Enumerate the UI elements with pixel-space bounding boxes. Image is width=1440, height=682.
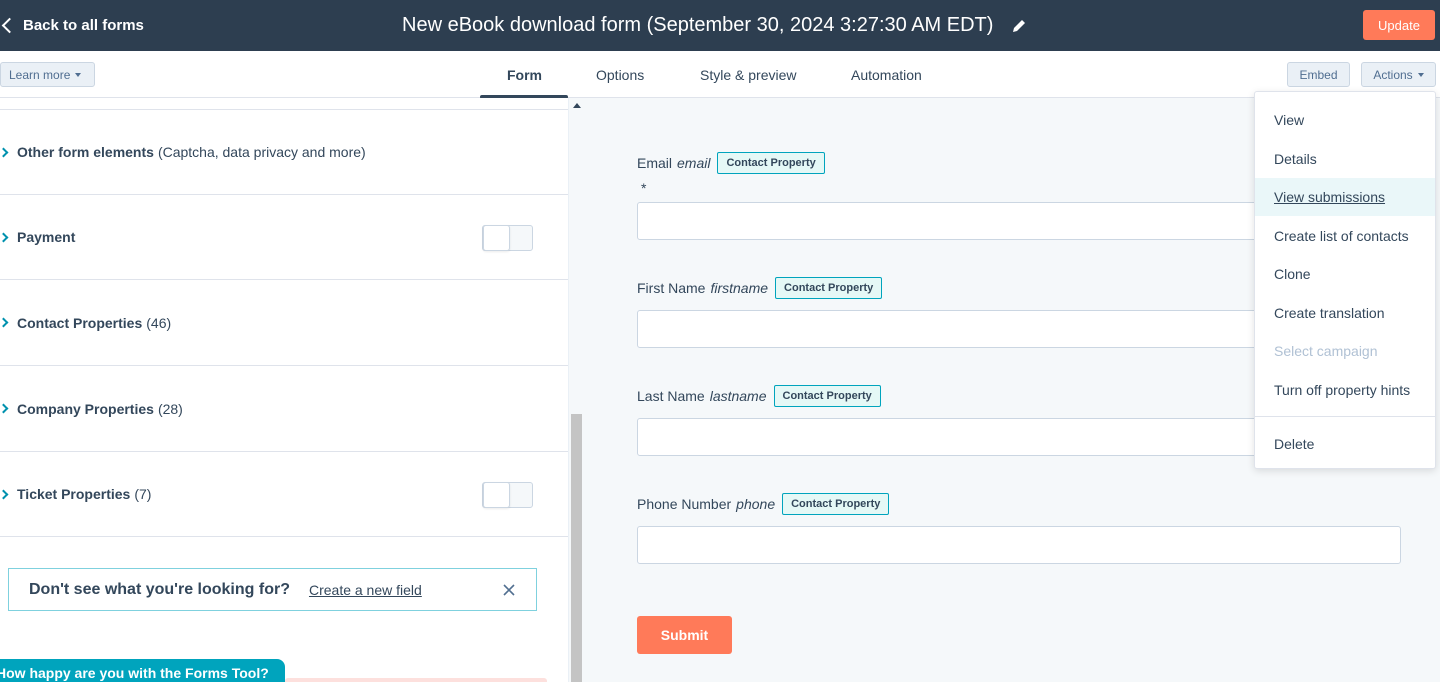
- top-bar: Back to all forms New eBook download for…: [0, 0, 1440, 51]
- update-button[interactable]: Update: [1363, 10, 1435, 40]
- section-ticket-properties[interactable]: Ticket Properties (7): [0, 452, 568, 537]
- create-new-field-link[interactable]: Create a new field: [309, 582, 422, 598]
- tab-options[interactable]: Options: [596, 51, 644, 98]
- feedback-prompt[interactable]: How happy are you with the Forms Tool?: [0, 659, 285, 682]
- close-icon[interactable]: [502, 583, 516, 597]
- section-title: Other form elements: [17, 144, 154, 160]
- contact-property-badge: Contact Property: [775, 277, 883, 299]
- ticket-properties-toggle[interactable]: [482, 482, 533, 508]
- field-label-firstname[interactable]: First Name firstname Contact Property: [637, 277, 883, 299]
- menu-item-turn-off-hints[interactable]: Turn off property hints: [1255, 371, 1435, 409]
- menu-item-view[interactable]: View: [1255, 101, 1435, 139]
- contact-property-badge: Contact Property: [773, 385, 881, 407]
- toggle-knob: [483, 482, 510, 508]
- tab-form[interactable]: Form: [507, 51, 542, 98]
- chevron-right-icon: [0, 232, 9, 242]
- field-internal-name: lastname: [709, 388, 767, 404]
- learn-more-label: Learn more: [9, 67, 71, 82]
- hint-question: Don't see what you're looking for?: [29, 580, 290, 598]
- form-title: New eBook download form (September 30, 2…: [402, 14, 994, 36]
- caret-down-icon: [75, 72, 82, 77]
- field-label-email[interactable]: Email email Contact Property: [637, 152, 825, 174]
- section-contact-properties[interactable]: Contact Properties (46): [0, 280, 568, 366]
- chevron-right-icon: [0, 489, 9, 499]
- back-label: Back to all forms: [23, 17, 144, 34]
- required-asterisk: *: [641, 180, 647, 196]
- actions-button[interactable]: Actions: [1361, 62, 1436, 87]
- menu-item-create-list[interactable]: Create list of contacts: [1255, 217, 1435, 255]
- scrollbar-thumb[interactable]: [571, 414, 582, 682]
- menu-item-select-campaign: Select campaign: [1274, 343, 1378, 359]
- section-subtitle: (Captcha, data privacy and more): [157, 144, 366, 160]
- learn-more-button[interactable]: Learn more: [0, 62, 95, 87]
- field-label-text: Email: [637, 155, 673, 171]
- submit-button[interactable]: Submit: [637, 616, 732, 654]
- chevron-right-icon: [0, 317, 9, 328]
- section-company-properties[interactable]: Company Properties (28): [0, 366, 568, 452]
- back-to-forms-link[interactable]: Back to all forms: [0, 0, 144, 51]
- chevron-left-icon: [1, 17, 18, 34]
- menu-item-clone[interactable]: Clone: [1255, 255, 1435, 293]
- field-label-text: Last Name: [637, 388, 705, 404]
- toggle-knob: [483, 225, 510, 251]
- caret-down-icon: [1417, 72, 1424, 77]
- editor-toolbar: Learn more Form Options Style & preview …: [0, 51, 1440, 98]
- section-title: Contact Properties: [17, 314, 143, 331]
- scroll-up-arrow-icon[interactable]: [573, 103, 581, 108]
- section-count: (46): [146, 314, 172, 331]
- menu-item-details[interactable]: Details: [1255, 140, 1435, 178]
- field-label-text: First Name: [637, 280, 706, 296]
- panel-scrollbar[interactable]: [568, 98, 584, 682]
- chevron-right-icon: [0, 147, 9, 157]
- section-title: Company Properties: [17, 400, 154, 417]
- actions-label: Actions: [1373, 67, 1413, 82]
- menu-divider: [1255, 416, 1435, 417]
- phone-input[interactable]: [637, 526, 1401, 564]
- section-title: Ticket Properties: [17, 486, 131, 502]
- tab-automation[interactable]: Automation: [851, 51, 922, 98]
- pencil-icon[interactable]: [1011, 18, 1027, 34]
- section-title: Payment: [17, 229, 76, 245]
- contact-property-badge: Contact Property: [782, 493, 890, 515]
- field-internal-name: email: [677, 155, 711, 171]
- fields-panel: Other form elements (Captcha, data priva…: [0, 98, 568, 682]
- embed-button[interactable]: Embed: [1287, 62, 1350, 87]
- section-payment[interactable]: Payment: [0, 195, 568, 280]
- contact-property-badge: Contact Property: [717, 152, 825, 174]
- menu-item-view-submissions[interactable]: View submissions: [1255, 178, 1435, 216]
- section-count: (7): [134, 486, 152, 502]
- field-label-text: Phone Number: [637, 496, 732, 512]
- feedback-label: How happy are you with the Forms Tool?: [0, 665, 269, 681]
- field-label-lastname[interactable]: Last Name lastname Contact Property: [637, 385, 881, 407]
- menu-item-delete[interactable]: Delete: [1255, 425, 1435, 463]
- field-label-phone[interactable]: Phone Number phone Contact Property: [637, 493, 890, 515]
- chevron-right-icon: [0, 403, 9, 414]
- section-other-form-elements[interactable]: Other form elements (Captcha, data priva…: [0, 109, 568, 195]
- tab-style-preview[interactable]: Style & preview: [700, 51, 796, 98]
- form-title-area: New eBook download form (September 30, 2…: [402, 0, 1027, 51]
- field-internal-name: phone: [736, 496, 776, 512]
- payment-toggle[interactable]: [482, 225, 533, 251]
- menu-item-create-translation[interactable]: Create translation: [1255, 294, 1435, 332]
- field-internal-name: firstname: [710, 280, 769, 296]
- actions-dropdown-menu: View Details View submissions Create lis…: [1254, 91, 1436, 469]
- missing-field-hint: Don't see what you're looking for? Creat…: [8, 568, 537, 611]
- feedback-strip: [285, 678, 547, 682]
- section-count: (28): [157, 400, 183, 417]
